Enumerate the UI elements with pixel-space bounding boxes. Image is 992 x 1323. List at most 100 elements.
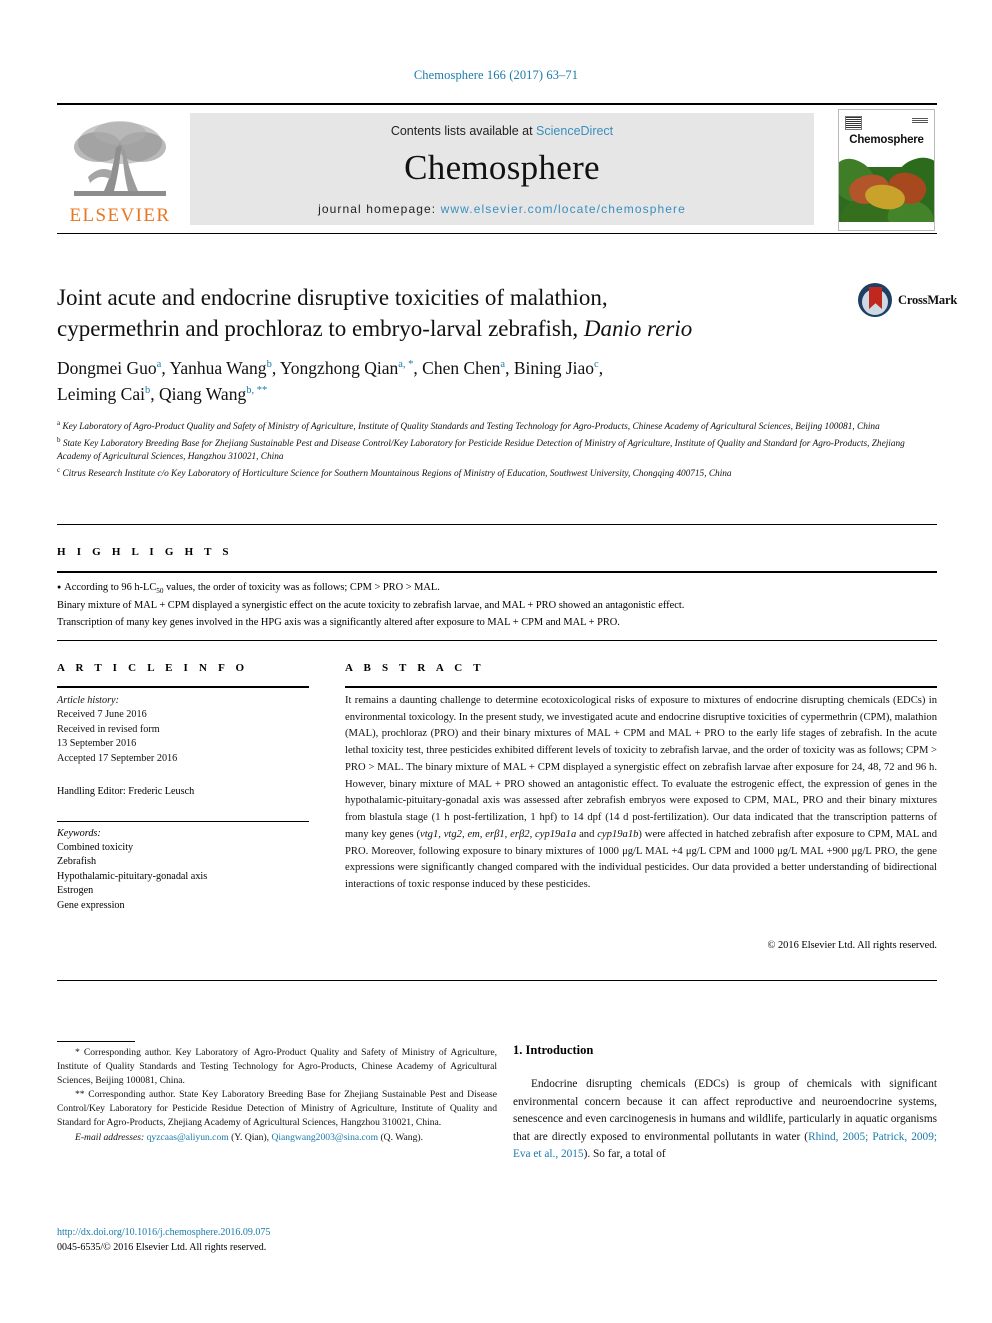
email-addresses-note: E-mail addresses: qyzcaas@aliyun.com (Y.…	[57, 1131, 497, 1145]
journal-homepage-link[interactable]: www.elsevier.com/locate/chemosphere	[441, 202, 686, 216]
journal-masthead: ELSEVIER Contents lists available at Sci…	[57, 103, 937, 235]
cover-bottom-band	[839, 222, 934, 230]
footer-doi-block: http://dx.doi.org/10.1016/j.chemosphere.…	[57, 1225, 497, 1255]
elsevier-tree-icon	[74, 121, 166, 196]
author-entry: Leiming Caib	[57, 384, 150, 404]
doi-link[interactable]: http://dx.doi.org/10.1016/j.chemosphere.…	[57, 1225, 497, 1240]
elsevier-wordmark: ELSEVIER	[69, 205, 171, 226]
footnote-separator	[57, 1041, 135, 1042]
abstract-bottom-rule	[57, 980, 937, 981]
email-owner-1: (Y. Qian),	[231, 1131, 270, 1143]
keywords-label: Keywords:	[57, 828, 101, 839]
highlights-rule	[57, 571, 937, 573]
author-entry: Qiang Wangb, **	[159, 384, 267, 404]
affiliation-text: State Key Laboratory Breeding Base for Z…	[57, 438, 905, 463]
affiliation-item: c Citrus Research Institute c/o Key Labo…	[57, 465, 937, 482]
masthead-center-box: Contents lists available at ScienceDirec…	[190, 113, 814, 225]
info-section-top-rule	[57, 640, 937, 641]
affiliation-item: a Key Laboratory of Agro-Product Quality…	[57, 418, 937, 435]
article-info-rule	[57, 686, 309, 688]
masthead-top-rule	[57, 103, 937, 105]
journal-title: Chemosphere	[404, 148, 600, 187]
article-history-item: Accepted 17 September 2016	[57, 752, 178, 764]
author-name: Leiming Cai	[57, 384, 145, 405]
highlight-item: Binary mixture of MAL + CPM displayed a …	[57, 599, 685, 611]
abstract-copyright: © 2016 Elsevier Ltd. All rights reserved…	[767, 940, 938, 951]
author-affiliation-marker: a	[156, 359, 162, 371]
affiliation-marker: a	[57, 419, 61, 427]
abstract-rule	[345, 686, 937, 688]
handling-editor: Handling Editor: Frederic Leusch	[57, 786, 195, 797]
keyword-item: Gene expression	[57, 899, 125, 911]
author-name: Yanhua Wang	[169, 358, 267, 378]
abstract-gene-join: and	[576, 828, 598, 840]
highlight-item: Transcription of many key genes involved…	[57, 616, 620, 628]
author-name: Chen Chen	[422, 358, 501, 378]
highlights-list: ● According to 96 h-LC50 values, the orde…	[57, 580, 937, 631]
crossmark-label: CrossMark	[898, 293, 958, 307]
intro-text-after-citation: ). So far, a total of	[583, 1148, 666, 1160]
introduction-paragraph: Endocrine disrupting chemicals (EDCs) is…	[513, 1076, 937, 1164]
author-list: Dongmei Guoa, Yanhua Wangb, Yongzhong Qi…	[57, 358, 604, 405]
affiliation-text: Key Laboratory of Agro-Product Quality a…	[62, 422, 880, 433]
journal-cover-thumbnail: Chemosphere	[838, 109, 935, 231]
article-history-item: Received in revised form	[57, 723, 160, 735]
author-entry: Yongzhong Qiana, *	[280, 358, 413, 378]
affiliation-marker: b	[57, 435, 61, 444]
email-owner-2: (Q. Wang).	[380, 1131, 423, 1143]
abstract-text: It remains a daunting challenge to deter…	[345, 693, 937, 894]
highlights-heading: H I G H L I G H T S	[57, 546, 233, 558]
author-affiliation-marker: a	[500, 359, 506, 371]
crossmark-badge[interactable]: CrossMark	[858, 281, 957, 329]
affiliation-text: Citrus Research Institute c/o Key Labora…	[62, 468, 732, 479]
abstract-part-1: It remains a daunting challenge to deter…	[345, 695, 938, 840]
email-link-1[interactable]: qyzcaas@aliyun.com	[147, 1132, 229, 1143]
cover-barcode-icon	[845, 116, 862, 130]
journal-homepage-line: journal homepage: www.elsevier.com/locat…	[190, 202, 814, 216]
keywords-list: Combined toxicity Zebrafish Hypothalamic…	[57, 841, 309, 913]
contents-available-line: Contents lists available at ScienceDirec…	[190, 113, 814, 138]
author-entry: Dongmei Guoa	[57, 358, 161, 378]
footnotes-block: * Corresponding author. Key Laboratory o…	[57, 1046, 497, 1145]
running-head: Chemosphere 166 (2017) 63–71	[413, 68, 579, 82]
abstract-gene-names-1: vtg1, vtg2, em, erβ1, erβ2, cyp19a1a	[420, 828, 577, 840]
corresponding-author-note-1: * Corresponding author. Key Laboratory o…	[57, 1047, 497, 1087]
author-affiliation-marker: c	[594, 359, 599, 371]
sciencedirect-link[interactable]: ScienceDirect	[536, 124, 613, 138]
author-affiliation-marker: b	[144, 385, 151, 397]
author-entry: Bining Jiaoc	[514, 358, 599, 378]
cover-photo	[839, 151, 934, 230]
issn-copyright-line: 0045-6535/© 2016 Elsevier Ltd. All right…	[57, 1242, 267, 1253]
cover-issn-icon	[912, 118, 928, 123]
email-link-2[interactable]: Qiangwang2003@sina.com	[271, 1132, 378, 1143]
page-title: Joint acute and endocrine disruptive tox…	[57, 283, 817, 344]
author-affiliation-marker: b, **	[246, 385, 268, 397]
abstract-heading: A B S T R A C T	[345, 662, 485, 674]
author-name: Yongzhong Qian	[279, 358, 399, 378]
crossmark-circle-icon	[858, 283, 892, 317]
keyword-item: Estrogen	[57, 885, 94, 897]
keywords-rule	[57, 821, 309, 822]
keyword-item: Combined toxicity	[57, 842, 134, 853]
elsevier-logo: ELSEVIER	[59, 109, 181, 227]
author-name: Qiang Wang	[158, 384, 247, 405]
author-entry: Yanhua Wangb	[169, 358, 271, 378]
keyword-item: Hypothalamic-pituitary-gonadal axis	[57, 870, 208, 882]
title-line-1: Joint acute and endocrine disruptive tox…	[57, 285, 608, 310]
author-affiliation-marker: a, *	[398, 359, 414, 371]
affiliation-list: a Key Laboratory of Agro-Product Quality…	[57, 418, 937, 481]
author-entry: Chen Chena	[422, 358, 505, 378]
keyword-item: Zebrafish	[57, 856, 97, 868]
article-history: Article history: Received 7 June 2016 Re…	[57, 694, 309, 766]
email-label: E-mail addresses:	[75, 1131, 145, 1143]
cover-journal-title: Chemosphere	[849, 134, 924, 146]
author-name: Bining Jiao	[513, 358, 595, 378]
article-history-label: Article history:	[57, 695, 119, 706]
masthead-bottom-rule	[57, 233, 937, 234]
author-affiliation-marker: b	[266, 359, 272, 371]
affiliation-item: b State Key Laboratory Breeding Base for…	[57, 435, 937, 465]
highlight-item: ● According to 96 h-LC50 values, the orde…	[57, 582, 440, 596]
contents-prefix: Contents lists available at	[390, 124, 537, 138]
journal-article-page: Chemosphere 166 (2017) 63–71 ELSEVIER Co…	[0, 0, 992, 1323]
affiliation-marker: c	[57, 465, 61, 474]
